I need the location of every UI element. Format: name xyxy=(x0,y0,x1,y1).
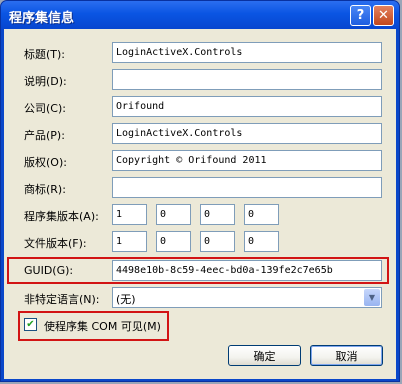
assembly-version-revision[interactable]: 0 xyxy=(244,204,279,225)
guid-row: GUID(G): 4498e10b-8c59-4eec-bd0a-139fe2c… xyxy=(4,260,396,282)
copyright-row: 版权(O): Copyright © Orifound 2011 xyxy=(4,150,396,172)
title-row: 标题(T): LoginActiveX.Controls xyxy=(4,42,396,64)
company-label: 公司(C): xyxy=(24,102,66,115)
assembly-info-dialog: 程序集信息 ? ✕ 标题(T): LoginActiveX.Controls 说… xyxy=(0,0,400,382)
file-version-row: 文件版本(F): 1 0 0 0 xyxy=(4,231,396,253)
guid-label: GUID(G): xyxy=(24,264,74,277)
assembly-version-major[interactable]: 1 xyxy=(112,204,147,225)
guid-input[interactable]: 4498e10b-8c59-4eec-bd0a-139fe2c7e65b xyxy=(112,260,382,281)
copyright-label: 版权(O): xyxy=(24,156,67,169)
company-input[interactable]: Orifound xyxy=(112,96,382,117)
assembly-version-row: 程序集版本(A): 1 0 0 0 xyxy=(4,204,396,226)
assembly-version-build[interactable]: 0 xyxy=(200,204,235,225)
description-input[interactable] xyxy=(112,69,382,90)
cancel-button[interactable]: 取消 xyxy=(310,345,383,366)
description-label: 说明(D): xyxy=(24,75,67,88)
product-input[interactable]: LoginActiveX.Controls xyxy=(112,123,382,144)
title-label: 标题(T): xyxy=(24,48,66,61)
help-icon: ? xyxy=(356,8,365,23)
checkmark-icon: ✔ xyxy=(26,318,35,330)
assembly-version-label: 程序集版本(A): xyxy=(24,210,99,223)
file-version-label: 文件版本(F): xyxy=(24,237,87,250)
copyright-input[interactable]: Copyright © Orifound 2011 xyxy=(112,150,382,171)
ok-button[interactable]: 确定 xyxy=(228,345,301,366)
chevron-down-icon[interactable]: ▼ xyxy=(364,289,380,306)
close-icon: ✕ xyxy=(378,8,389,23)
window-title: 程序集信息 xyxy=(9,11,75,26)
product-row: 产品(P): LoginActiveX.Controls xyxy=(4,123,396,145)
trademark-label: 商标(R): xyxy=(24,183,66,196)
neutral-language-value: (无) xyxy=(116,293,136,306)
neutral-language-row: 非特定语言(N): (无) ▼ xyxy=(4,287,396,309)
file-version-build[interactable]: 0 xyxy=(200,231,235,252)
trademark-row: 商标(R): xyxy=(4,177,396,199)
file-version-minor[interactable]: 0 xyxy=(156,231,191,252)
dialog-content: 标题(T): LoginActiveX.Controls 说明(D): 公司(C… xyxy=(4,29,396,379)
product-label: 产品(P): xyxy=(24,129,65,142)
close-button[interactable]: ✕ xyxy=(373,5,394,26)
assembly-version-minor[interactable]: 0 xyxy=(156,204,191,225)
com-visible-checkbox[interactable]: ✔ xyxy=(24,318,37,331)
trademark-input[interactable] xyxy=(112,177,382,198)
description-row: 说明(D): xyxy=(4,69,396,91)
title-input[interactable]: LoginActiveX.Controls xyxy=(112,42,382,63)
file-version-revision[interactable]: 0 xyxy=(244,231,279,252)
company-row: 公司(C): Orifound xyxy=(4,96,396,118)
help-button[interactable]: ? xyxy=(350,5,371,26)
com-visible-label[interactable]: 使程序集 COM 可见(M) xyxy=(44,318,161,334)
file-version-major[interactable]: 1 xyxy=(112,231,147,252)
neutral-language-select[interactable]: (无) ▼ xyxy=(112,287,382,308)
com-visible-row: ✔ 使程序集 COM 可见(M) xyxy=(4,316,396,338)
neutral-language-label: 非特定语言(N): xyxy=(24,293,100,306)
title-bar[interactable]: 程序集信息 ? ✕ xyxy=(1,1,399,29)
